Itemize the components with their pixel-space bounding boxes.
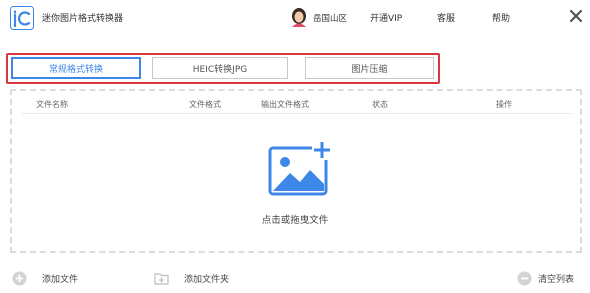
table-header-divider [22,113,572,114]
plus-circle-icon [12,271,27,285]
close-icon[interactable] [568,8,584,24]
username[interactable]: 岳国山区 [313,12,347,24]
tab-normal-format-convert[interactable]: 常规格式转换 [11,57,141,79]
app-logo-icon [10,6,34,30]
add-image-icon[interactable] [268,140,332,196]
clear-list-button[interactable]: 清空列表 [517,268,574,288]
clear-circle-icon [517,271,532,285]
drop-hint-text[interactable]: 点击或拖曳文件 [0,212,590,226]
column-header-actions: 操作 [496,100,512,109]
title-bar: 迷你图片格式转换器 岳国山区 开通VIP 客服 帮助 [0,0,590,36]
column-header-output-format: 输出文件格式 [261,100,309,109]
add-file-button[interactable]: 添加文件 [12,268,78,288]
tab-heic-to-jpg[interactable]: HEIC转换JPG [152,57,288,79]
add-file-label: 添加文件 [42,274,79,285]
column-header-file-name: 文件名称 [36,100,68,109]
app-title: 迷你图片格式转换器 [42,14,124,24]
customer-service-link[interactable]: 客服 [437,11,455,24]
column-header-file-format: 文件格式 [189,100,221,109]
folder-plus-icon [154,272,169,285]
add-folder-button[interactable]: 添加文件夹 [154,268,229,288]
avatar[interactable] [290,7,308,27]
column-header-status: 状态 [372,100,388,109]
help-link[interactable]: 帮助 [492,11,510,24]
clear-list-label: 清空列表 [538,274,575,285]
tab-image-compress[interactable]: 图片压缩 [305,57,434,79]
add-folder-label: 添加文件夹 [184,274,230,285]
open-vip-link[interactable]: 开通VIP [370,11,402,24]
